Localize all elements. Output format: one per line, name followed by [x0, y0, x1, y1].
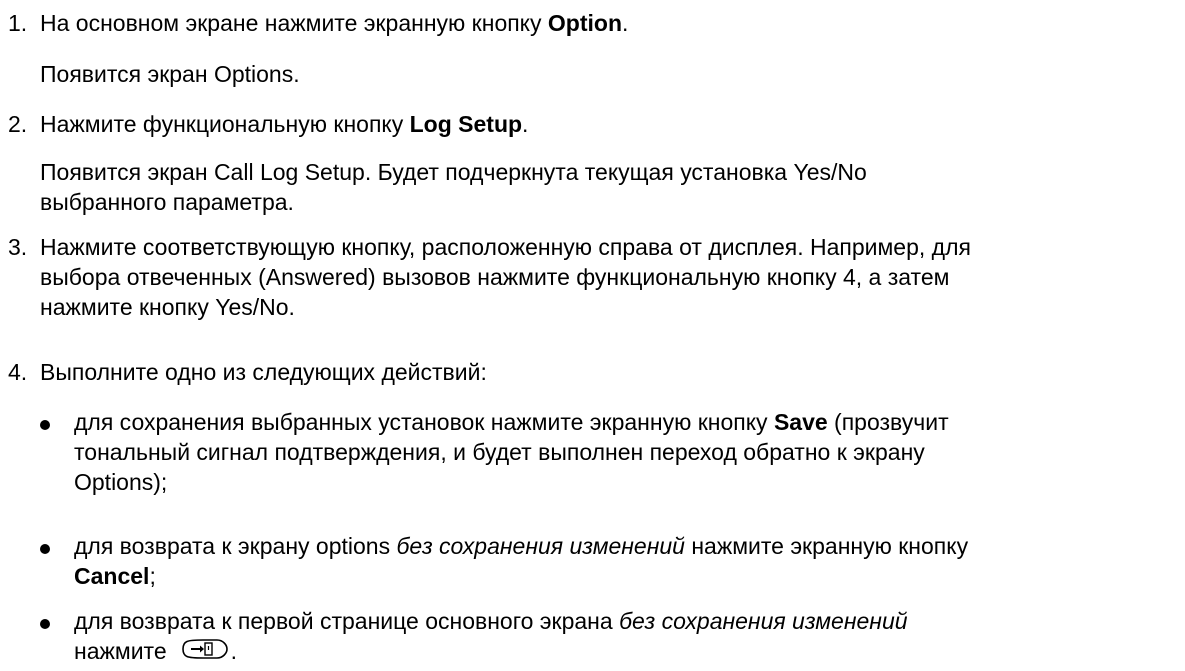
step-1-note: Появится экран Options. [40, 61, 300, 87]
step-text: Нажмите соответствующую кнопку, располож… [40, 234, 971, 320]
step-number: 1. [8, 10, 28, 36]
log-setup-key-label: Log Setup [409, 111, 523, 137]
step-3: 3. Нажмите соответствующую кнопку, распо… [0, 232, 1185, 322]
list-item: для возврата к экрану options без сохран… [0, 531, 1185, 591]
step-2-note: Появится экран Call Log Setup. Будет под… [40, 159, 867, 215]
emphasis: без сохранения изменений [619, 608, 908, 634]
step-text: Нажмите функциональную кнопку Log Setup. [40, 111, 529, 137]
save-key-label: Save [773, 409, 828, 435]
list-item: для возврата к первой странице основного… [0, 606, 1185, 668]
step-number: 3. [8, 234, 28, 260]
step-text: На основном экране нажмите экранную кноп… [40, 10, 629, 36]
step-1: 1. На основном экране нажмите экранную к… [0, 8, 1185, 38]
list-item: для сохранения выбранных установок нажми… [0, 407, 1185, 497]
step-number: 4. [8, 359, 28, 385]
bullet-dot [40, 420, 50, 430]
step-text: Выполните одно из следующих действий: [40, 359, 487, 385]
bullet-dot [40, 619, 50, 629]
step-2: 2. Нажмите функциональную кнопку Log Set… [0, 109, 1185, 139]
emphasis: без сохранения изменений [396, 533, 685, 559]
bullet-dot [40, 544, 50, 554]
home-key-icon [177, 637, 229, 668]
cancel-key-label: Cancel [74, 563, 150, 589]
option-key-label: Option [547, 10, 622, 36]
step-4: 4. Выполните одно из следующих действий: [0, 357, 1185, 387]
step-number: 2. [8, 111, 28, 137]
